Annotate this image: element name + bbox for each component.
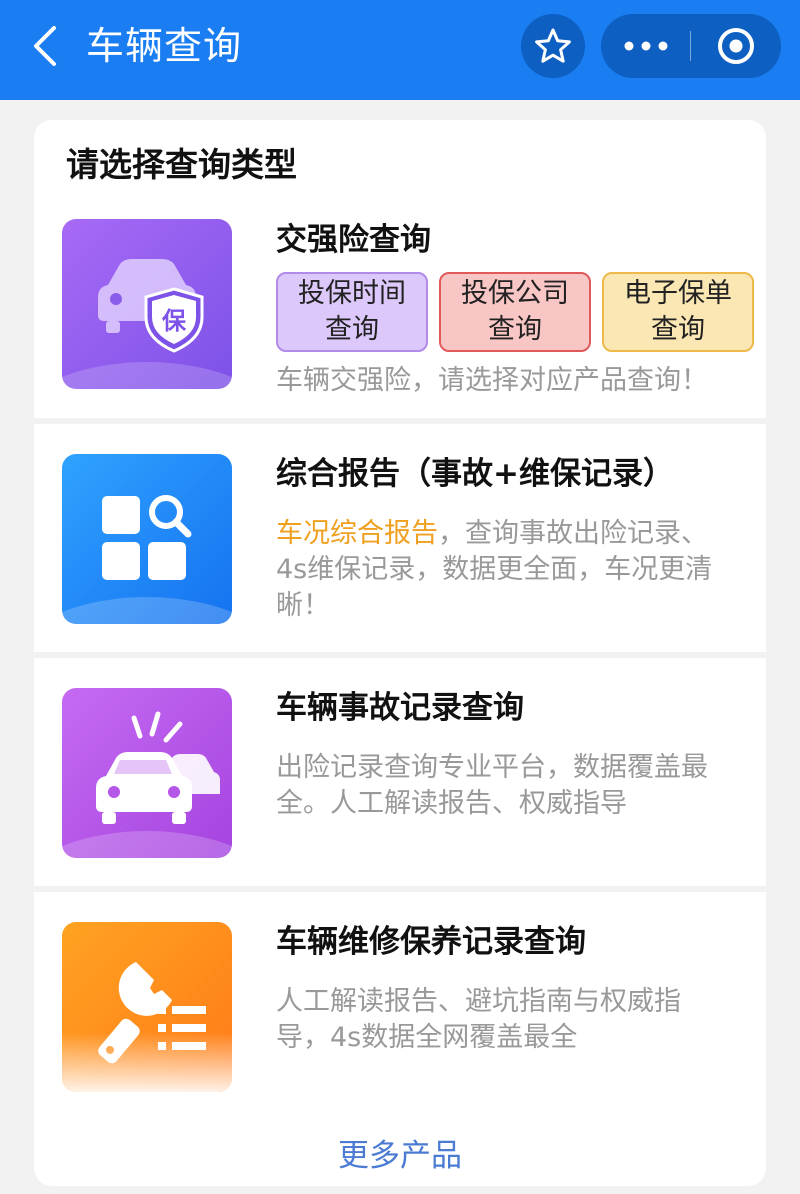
item-desc: 车辆交强险，请选择对应产品查询！ — [276, 365, 708, 396]
item-desc: 人工解读报告、避坑指南与权威指导，4s数据全网覆盖最全 — [276, 986, 681, 1053]
list-item-maintenance-record[interactable]: 车辆维修保养记录查询 人工解读报告、避坑指南与权威指导，4s数据全网覆盖最全 — [34, 892, 766, 1122]
mini-program-capsule — [601, 14, 781, 78]
item-title: 综合报告（事故+维保记录） — [276, 456, 674, 492]
target-close-icon — [718, 28, 754, 64]
report-search-icon — [62, 454, 232, 624]
item-title: 交强险查询 — [276, 222, 431, 258]
thumb-glyph: 保 — [161, 307, 187, 335]
chevron-left-icon — [34, 26, 56, 66]
more-products-link[interactable]: 更多产品 — [34, 1134, 766, 1178]
car-insurance-icon: 保 — [62, 219, 232, 389]
app-header: 车辆查询 — [0, 0, 800, 100]
chip-e-policy[interactable]: 电子保单查询 — [602, 272, 754, 352]
page-title: 车辆查询 — [86, 24, 243, 68]
item-title: 车辆维修保养记录查询 — [276, 924, 586, 960]
list-item-compulsory-insurance[interactable]: 保 交强险查询 投保时间查询 投保公司查询 电子保单查询 车辆交强险，请选择对应… — [34, 120, 766, 418]
more-button[interactable] — [601, 14, 690, 78]
wrench-list-icon — [62, 922, 232, 1092]
star-icon — [535, 28, 571, 63]
item-desc: 出险记录查询专业平台，数据覆盖最全。人工解读报告、权威指导 — [276, 752, 708, 819]
close-button[interactable] — [691, 14, 781, 78]
item-desc: 车况综合报告，查询事故出险记录、4s维保记录，数据更全面，车况更清晰！ — [276, 518, 713, 621]
car-crash-icon — [62, 688, 232, 858]
item-title: 车辆事故记录查询 — [276, 690, 524, 726]
back-button[interactable] — [22, 22, 70, 70]
chip-insure-time[interactable]: 投保时间查询 — [276, 272, 428, 352]
list-item-comprehensive-report[interactable]: 综合报告（事故+维保记录） 车况综合报告，查询事故出险记录、4s维保记录，数据更… — [34, 424, 766, 652]
desc-highlight[interactable]: 车况综合报告 — [276, 518, 438, 549]
favorite-button[interactable] — [521, 14, 585, 78]
more-dots-icon — [624, 41, 667, 51]
query-type-panel: 请选择查询类型 保 交强险查询 投保时间查询 投保公司查询 电子保单查询 车辆交… — [34, 120, 766, 1186]
list-item-accident-record[interactable]: 车辆事故记录查询 出险记录查询专业平台，数据覆盖最全。人工解读报告、权威指导 — [34, 658, 766, 886]
chip-insure-company[interactable]: 投保公司查询 — [439, 272, 591, 352]
